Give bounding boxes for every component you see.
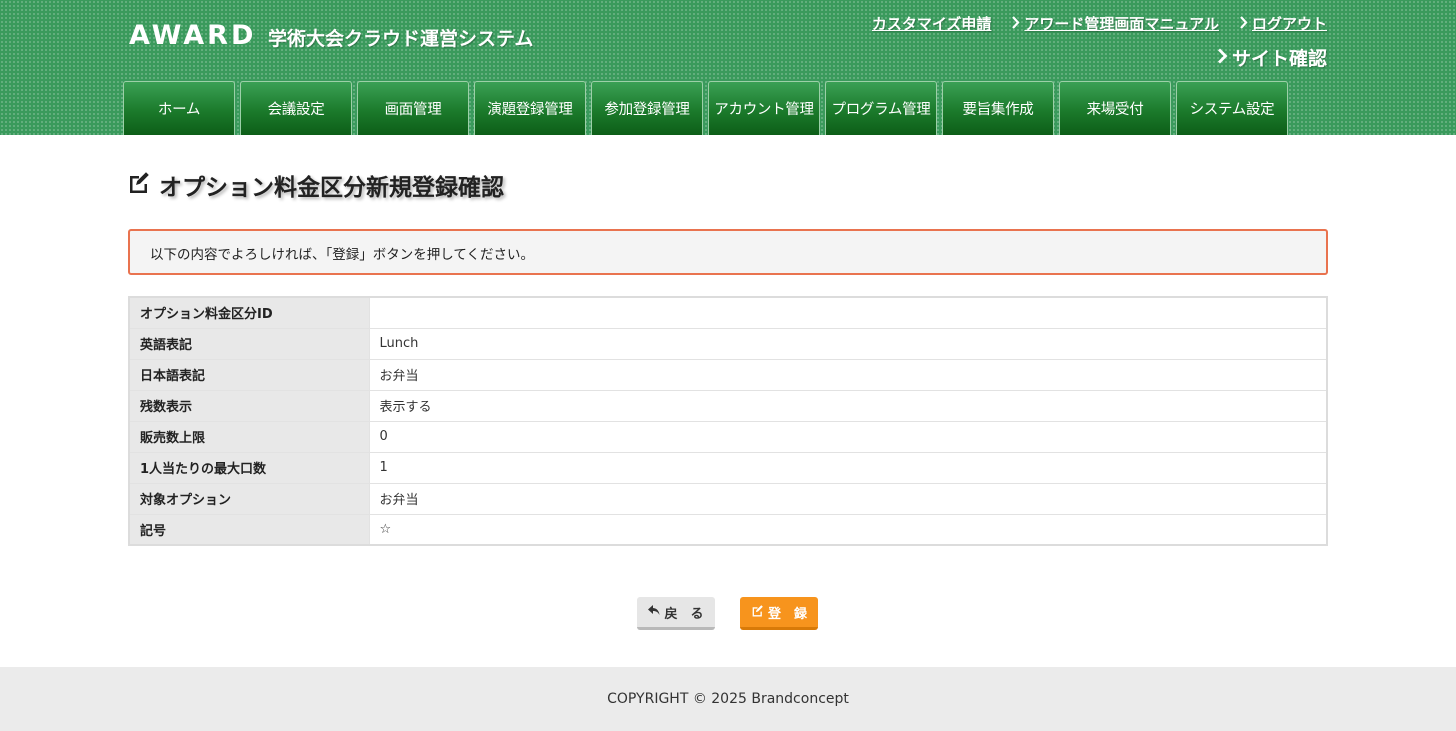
nav-item-screen-management[interactable]: 画面管理 [357,81,469,135]
row-value: お弁当 [368,358,1328,391]
page-title-text: オプション料金区分新規登録確認 [159,175,504,201]
table-row: 対象オプション お弁当 [128,482,1328,515]
row-label: 対象オプション [128,482,370,515]
nav-item-reception[interactable]: 来場受付 [1059,81,1171,135]
row-value [368,296,1328,329]
table-row: 1人当たりの最大口数 1 [128,451,1328,484]
row-value: 1 [368,451,1328,484]
customize-request-link[interactable]: カスタマイズ申請 [872,13,992,34]
chevron-right-icon [1011,15,1020,33]
detail-table: オプション料金区分ID 英語表記 Lunch 日本語表記 お弁当 残数表示 表示… [128,296,1328,546]
table-row: 残数表示 表示する [128,389,1328,422]
row-label: 英語表記 [128,327,370,360]
row-label: 記号 [128,513,370,546]
copyright-text: COPYRIGHT © 2025 Brandconcept [607,691,849,707]
site-header: AWARD 学術大会クラウド運営システム カスタマイズ申請 アワード管理画面マニ… [0,0,1456,135]
award-logo[interactable]: AWARD [129,20,256,51]
table-row: オプション料金区分ID [128,296,1328,329]
table-row: 販売数上限 0 [128,420,1328,453]
back-button-label: 戻 る [664,606,704,622]
nav-item-account-management[interactable]: アカウント管理 [708,81,820,135]
site-check-link[interactable]: サイト確認 [1217,44,1327,71]
main-nav: ホーム 会議設定 画面管理 演題登録管理 参加登録管理 アカウント管理 プログラ… [123,81,1288,135]
submit-button[interactable]: 登 録 [740,597,818,630]
site-footer: COPYRIGHT © 2025 Brandconcept [0,667,1456,731]
edit-icon [127,170,151,200]
customize-request-label: カスタマイズ申請 [871,15,992,33]
row-value: 表示する [368,389,1328,422]
row-value: お弁当 [368,482,1328,515]
submit-button-label: 登 録 [767,606,807,622]
logout-label: ログアウト [1251,15,1327,33]
row-label: オプション料金区分ID [128,296,370,329]
manual-link-label: アワード管理画面マニュアル [1024,15,1219,33]
row-label: 残数表示 [128,389,370,422]
header-links: カスタマイズ申請 アワード管理画面マニュアル ログアウト [872,13,1327,34]
page-title: オプション料金区分新規登録確認 [127,168,504,202]
chevron-right-icon [1239,15,1248,33]
nav-item-abstract-book[interactable]: 要旨集作成 [942,81,1054,135]
row-value: Lunch [368,327,1328,360]
table-row: 日本語表記 お弁当 [128,358,1328,391]
system-subtitle: 学術大会クラウド運営システム [268,28,534,50]
row-label: 日本語表記 [128,358,370,391]
row-label: 1人当たりの最大口数 [128,451,370,484]
back-button[interactable]: 戻 る [637,597,715,630]
row-label: 販売数上限 [128,420,370,453]
nav-item-home[interactable]: ホーム [123,81,235,135]
nav-item-registration-management[interactable]: 参加登録管理 [591,81,703,135]
logout-link[interactable]: ログアウト [1239,13,1327,34]
row-value: ☆ [368,513,1328,546]
table-row: 英語表記 Lunch [128,327,1328,360]
nav-item-program-management[interactable]: プログラム管理 [825,81,937,135]
reply-arrow-icon [648,604,660,620]
nav-item-abstract-management[interactable]: 演題登録管理 [474,81,586,135]
manual-link[interactable]: アワード管理画面マニュアル [1011,13,1219,34]
row-value: 0 [368,420,1328,453]
chevron-right-icon [1217,47,1228,69]
edit-icon [751,604,764,621]
confirmation-notice: 以下の内容でよろしければ、「登録」ボタンを押してください。 [128,229,1328,275]
table-row: 記号 ☆ [128,513,1328,546]
site-check-label: サイト確認 [1231,48,1327,70]
nav-item-system-settings[interactable]: システム設定 [1176,81,1288,135]
nav-item-conference-settings[interactable]: 会議設定 [240,81,352,135]
